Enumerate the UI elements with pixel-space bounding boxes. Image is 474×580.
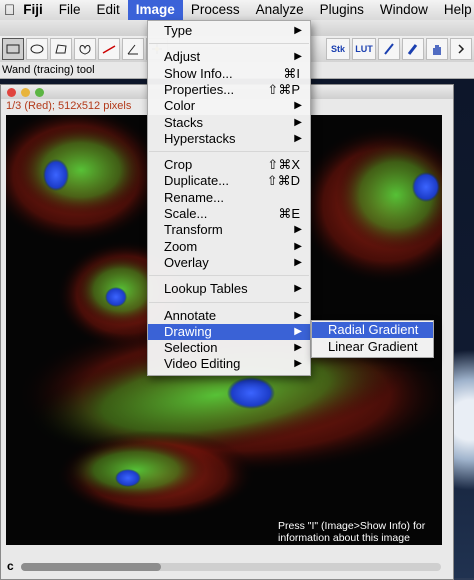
menu-item-hyperstacks[interactable]: Hyperstacks ▶ — [148, 131, 310, 147]
menu-item-scale[interactable]: Scale... ⌘E — [148, 206, 310, 222]
menu-plugins[interactable]: Plugins — [312, 0, 372, 20]
menu-item-show-info[interactable]: Show Info... ⌘I — [148, 66, 310, 82]
menu-separator — [149, 301, 309, 303]
menu-edit[interactable]: Edit — [89, 0, 128, 20]
submenu-arrow-icon: ▶ — [294, 240, 302, 252]
submenu-arrow-icon: ▶ — [294, 116, 302, 128]
menu-item-label: Type — [164, 23, 193, 38]
polygon-icon[interactable] — [50, 38, 72, 60]
menu-item-overlay[interactable]: Overlay ▶ — [148, 255, 310, 271]
menu-process[interactable]: Process — [183, 0, 248, 20]
menu-item-annotate[interactable]: Annotate ▶ — [148, 308, 310, 324]
freehand-icon[interactable] — [74, 38, 96, 60]
menu-item-adjust[interactable]: Adjust ▶ — [148, 49, 310, 65]
menu-item-label: Video Editing — [164, 356, 241, 372]
menu-item-lookup-tables[interactable]: Lookup Tables ▶ — [148, 281, 310, 297]
menu-item-color[interactable]: Color ▶ — [148, 98, 310, 114]
submenu-item-label: Radial Gradient — [328, 322, 419, 337]
menu-item-label: Show Info... — [164, 65, 233, 81]
submenu-arrow-icon: ▶ — [294, 256, 302, 268]
menu-item-crop[interactable]: Crop ⇧⌘X — [148, 157, 310, 173]
submenu-item-radial-gradient[interactable]: Radial Gradient — [312, 322, 433, 338]
minimize-window-icon[interactable] — [21, 87, 30, 97]
menu-window[interactable]: Window — [372, 0, 436, 20]
image-menu-dropdown: Type ▶ Adjust ▶ Show Info... ⌘I Properties... ⇧… — [147, 20, 311, 376]
menu-item-label: Selection — [164, 340, 218, 356]
submenu-arrow-icon: ▶ — [294, 325, 302, 337]
submenu-arrow-icon: ▶ — [294, 100, 302, 112]
angle-icon[interactable] — [122, 38, 144, 60]
menu-help[interactable]: Help — [436, 0, 474, 20]
menu-item-label: Duplicate... — [164, 173, 230, 189]
menu-bar:  Fiji File Edit Image Process Analyze P… — [0, 0, 474, 21]
menu-item-shortcut: ⇧⌘D — [266, 173, 300, 189]
submenu-arrow-icon: ▶ — [294, 51, 302, 63]
menu-item-label: Adjust — [164, 49, 201, 65]
menu-item-label: Hyperstacks — [164, 130, 236, 146]
submenu-arrow-icon: ▶ — [294, 224, 302, 236]
channel-slider[interactable] — [21, 563, 441, 571]
menu-item-shortcut: ⇧⌘P — [267, 81, 300, 97]
menu-item-label: Zoom — [164, 238, 198, 254]
close-window-icon[interactable] — [7, 87, 16, 97]
lut-tool[interactable]: LUT — [352, 38, 376, 60]
channel-slider-thumb[interactable] — [21, 563, 161, 571]
menu-item-label: Drawing — [164, 323, 212, 339]
menu-item-label: Color — [164, 98, 196, 114]
menu-item-label: Scale... — [164, 206, 208, 221]
menu-item-type[interactable]: Type ▶ — [148, 23, 310, 39]
menu-separator — [149, 43, 309, 45]
menu-item-label: Annotate — [164, 307, 217, 323]
submenu-arrow-icon: ▶ — [294, 132, 302, 144]
menu-item-label: Lookup Tables — [164, 281, 248, 297]
drawing-submenu: Radial Gradient Linear Gradient — [311, 320, 434, 358]
menu-item-shortcut: ⇧⌘X — [267, 157, 300, 173]
zoom-window-icon[interactable] — [35, 87, 44, 97]
menu-item-duplicate[interactable]: Duplicate... ⇧⌘D — [148, 173, 310, 189]
pencil-icon[interactable] — [378, 38, 400, 60]
menu-file[interactable]: File — [51, 0, 89, 20]
submenu-arrow-icon: ▶ — [294, 309, 302, 321]
channel-label: c — [7, 559, 14, 573]
menu-item-rename[interactable]: Rename... — [148, 190, 310, 206]
menu-item-label: Transform — [164, 222, 223, 238]
menu-item-shortcut: ⌘I — [283, 65, 300, 81]
line-icon[interactable] — [98, 38, 120, 60]
submenu-arrow-icon: ▶ — [294, 283, 302, 295]
lut-tool-label: LUT — [355, 44, 373, 54]
menu-item-drawing[interactable]: Drawing ▶ — [148, 323, 310, 340]
menu-item-label: Stacks — [164, 114, 204, 130]
menu-item-stacks[interactable]: Stacks ▶ — [148, 115, 310, 131]
menu-separator — [149, 151, 309, 153]
oval-icon[interactable] — [26, 38, 48, 60]
stack-tool[interactable]: Stk — [326, 38, 350, 60]
rectangle-icon[interactable] — [2, 38, 24, 60]
menu-item-zoom[interactable]: Zoom ▶ — [148, 239, 310, 255]
brush-icon[interactable] — [402, 38, 424, 60]
menu-item-shortcut: ⌘E — [278, 206, 300, 221]
menu-item-video-editing[interactable]: Video Editing ▶ — [148, 356, 310, 372]
submenu-arrow-icon: ▶ — [294, 25, 302, 36]
menu-fiji[interactable]: Fiji — [15, 0, 51, 20]
apple-icon[interactable]:  — [4, 2, 15, 19]
stack-tool-label: Stk — [330, 44, 345, 54]
channel-scrollbar-area: c — [1, 553, 453, 579]
info-hint: Press "I" (Image>Show Info) for informat… — [278, 520, 426, 544]
submenu-item-label: Linear Gradient — [328, 339, 418, 354]
menu-item-label: Rename... — [164, 189, 224, 205]
submenu-item-linear-gradient[interactable]: Linear Gradient — [312, 339, 433, 355]
menu-item-properties[interactable]: Properties... ⇧⌘P — [148, 82, 310, 98]
menu-item-label: Overlay — [164, 254, 209, 270]
menu-analyze[interactable]: Analyze — [248, 0, 312, 20]
menu-separator — [149, 275, 309, 277]
menu-item-label: Crop — [164, 157, 193, 173]
submenu-arrow-icon: ▶ — [294, 342, 302, 354]
hand-icon[interactable] — [426, 38, 448, 60]
more-tools-icon[interactable] — [450, 38, 472, 60]
menu-image[interactable]: Image — [127, 0, 183, 20]
submenu-arrow-icon: ▶ — [294, 358, 302, 370]
menu-item-transform[interactable]: Transform ▶ — [148, 222, 310, 238]
menu-item-label: Properties... — [164, 81, 235, 97]
menu-item-selection[interactable]: Selection ▶ — [148, 340, 310, 356]
